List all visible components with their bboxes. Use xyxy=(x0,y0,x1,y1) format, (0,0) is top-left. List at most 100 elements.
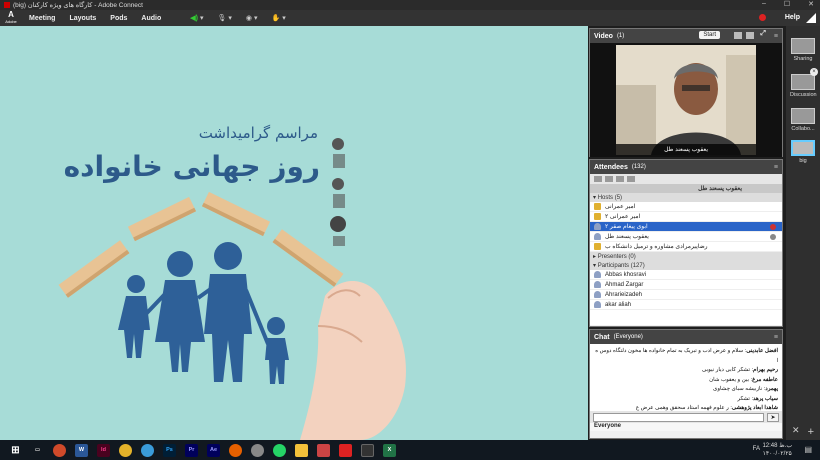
start-webcam-button[interactable]: Start xyxy=(699,31,720,39)
person-video xyxy=(616,45,756,155)
pod-options-icon[interactable]: ≡ xyxy=(774,33,778,40)
adobe-logo: A Adobe xyxy=(5,10,17,25)
hand-icon: ✋ xyxy=(271,15,281,22)
menu-pods[interactable]: Pods xyxy=(103,15,134,22)
hosts-group-header[interactable]: ▾ Hosts (5) xyxy=(590,193,782,202)
microphone-control[interactable]: 🎙 ▾ xyxy=(217,14,231,22)
close-layout-icon[interactable]: × xyxy=(810,68,818,76)
indesign-icon[interactable]: Id xyxy=(97,443,110,457)
attendee-row[interactable]: امیر عمرانی xyxy=(590,202,782,212)
chat-message: پهمرد: نازبیشه سبای چشاوی xyxy=(713,386,778,392)
grid-view-icon[interactable] xyxy=(734,32,742,39)
speaker-control[interactable]: ◀) ▾ xyxy=(190,14,203,22)
status-icon[interactable] xyxy=(616,176,624,182)
chat-message: شاهدا ابعاد پژوهشی: ر علوم فهمه استاد سح… xyxy=(635,405,778,411)
participants-group-header[interactable]: ▾ Participants (127) xyxy=(590,261,782,270)
list-view-icon[interactable] xyxy=(594,176,602,182)
add-layout-icon[interactable]: + xyxy=(808,426,814,438)
word-icon[interactable]: W xyxy=(75,443,88,457)
poster-subtitle: مراسم گرامیداشت xyxy=(199,124,318,142)
task-view-icon[interactable]: ▭ xyxy=(31,444,44,457)
whatsapp-icon[interactable] xyxy=(273,443,286,457)
chat-message: عاطفه مرغ: بین و یعقوب شان xyxy=(709,376,778,383)
grid-view-icon[interactable] xyxy=(605,176,613,182)
excel-icon[interactable]: X xyxy=(383,443,396,457)
attendee-row[interactable]: Ahmad Zargar xyxy=(590,280,782,290)
settings-icon[interactable] xyxy=(627,176,635,182)
layout-discussion[interactable]: Discussion xyxy=(790,74,817,98)
attendee-row[interactable]: یعقوب پسعند طل xyxy=(590,232,782,242)
video-pod: Video (1) Start ⤢ ≡ یعقوب پسعند طل xyxy=(589,28,783,157)
webcam-feed: یعقوب پسعند طل xyxy=(616,45,756,155)
webcam-icon xyxy=(770,234,776,240)
attendee-row[interactable]: akar aliah xyxy=(590,300,782,310)
adobe-connect-icon[interactable] xyxy=(361,443,374,457)
chevron-down-icon: ▾ xyxy=(254,15,258,22)
chat-input[interactable] xyxy=(593,412,764,422)
video-area: یعقوب پسعند طل xyxy=(590,43,782,157)
premiere-icon[interactable]: Pr xyxy=(185,443,198,457)
pod-title: Video xyxy=(594,32,613,40)
browser-icon[interactable] xyxy=(141,443,154,457)
menu-layouts[interactable]: Layouts xyxy=(62,15,103,22)
presenters-group-header[interactable]: ▸ Presenters (0) xyxy=(590,252,782,261)
attendee-row[interactable]: Abbas khosravi xyxy=(590,270,782,280)
layout-sharing[interactable]: Sharing xyxy=(790,38,816,62)
after-effects-icon[interactable]: Ae xyxy=(207,443,220,457)
hand-illustration xyxy=(300,281,406,440)
attendee-row[interactable]: رضاپیرمرادی مشاوره و ترمیل دانشکاه ب xyxy=(590,242,782,252)
chrome-icon[interactable] xyxy=(53,443,66,457)
firefox-icon[interactable] xyxy=(229,443,242,457)
chrome-icon[interactable] xyxy=(119,443,132,457)
record-icon[interactable] xyxy=(759,14,766,21)
keyboard-language[interactable]: FA xyxy=(753,446,760,452)
raise-hand-control[interactable]: ✋ ▾ xyxy=(272,14,286,22)
collapse-layouts-icon[interactable]: ✕ xyxy=(792,425,800,436)
chat-scope: (Everyone) xyxy=(613,334,643,340)
menubar: A Adobe Meeting Layouts Pods Audio ◀) ▾ 🎙… xyxy=(0,10,820,26)
chat-tab-everyone[interactable]: Everyone xyxy=(590,423,782,431)
attendee-row[interactable]: Ahrarieizadeh xyxy=(590,290,782,300)
help-menu[interactable]: Help xyxy=(785,14,800,21)
chevron-down-icon: ▾ xyxy=(228,15,232,22)
windows-taskbar: ⊞ ▭ W Id Ps Pr Ae X FA 12:48 ب.ظ ۱۴۰۰/۰۲… xyxy=(0,440,820,460)
video-pod-header: Video (1) Start ⤢ ≡ xyxy=(590,29,782,43)
attendee-row-selected[interactable]: ۲ ابوی پیغام صقر xyxy=(590,222,782,232)
family-silhouette xyxy=(118,242,289,384)
notifications-icon[interactable]: ▤ xyxy=(804,445,812,454)
send-message-button[interactable]: ➤ xyxy=(767,412,779,422)
pod-options-icon[interactable]: ≡ xyxy=(774,164,778,171)
media-player-icon[interactable] xyxy=(251,443,264,457)
menu-meeting[interactable]: Meeting xyxy=(22,15,62,22)
layout-big[interactable]: big xyxy=(790,140,816,164)
menu-audio[interactable]: Audio xyxy=(134,15,168,22)
app-icon[interactable] xyxy=(317,443,330,457)
minimize-icon[interactable]: – xyxy=(762,0,766,8)
camera-control[interactable]: ◉ ▾ xyxy=(246,14,258,22)
chat-message: سیاب پرهد: تشکر xyxy=(737,395,778,402)
pdf-icon[interactable] xyxy=(339,443,352,457)
pod-options-icon[interactable]: ≡ xyxy=(774,334,778,341)
close-icon[interactable]: ✕ xyxy=(808,0,814,8)
file-explorer-icon[interactable] xyxy=(295,443,308,457)
roof-blocks xyxy=(58,191,344,298)
chat-messages: افضل عابدینی: سلام و عرض ادب و تبریک به … xyxy=(590,344,782,411)
photoshop-icon[interactable]: Ps xyxy=(163,443,176,457)
attendees-pod: Attendees (132) ≡ یعقوب پسعند طل ▾ Hosts… xyxy=(589,159,783,327)
layout-collaboration[interactable]: Collabo... xyxy=(790,108,816,132)
fullscreen-icon[interactable]: ⤢ xyxy=(760,30,766,38)
system-clock[interactable]: 12:48 ب.ظ ۱۴۰۰/۰۲/۲۵ xyxy=(762,442,792,458)
maximize-icon[interactable]: ☐ xyxy=(784,0,790,8)
host-icon xyxy=(594,243,601,250)
windows-start-icon[interactable]: ⊞ xyxy=(9,444,22,457)
pod-title: Chat xyxy=(594,333,610,341)
current-user-row: یعقوب پسعند طل xyxy=(590,184,782,193)
attendee-row[interactable]: امیر عمرانی ۲ xyxy=(590,212,782,222)
microphone-active-icon xyxy=(770,224,776,230)
attendees-pod-header: Attendees (132) ≡ xyxy=(590,160,782,174)
chat-input-bar: ➤ xyxy=(590,411,782,423)
window-titlebar: (big) کارگاه های ویژه کارکنان - Adobe Co… xyxy=(0,0,820,10)
layout-thumbnail xyxy=(791,140,815,156)
list-view-icon[interactable] xyxy=(746,32,754,39)
layout-thumbnail xyxy=(791,108,815,124)
